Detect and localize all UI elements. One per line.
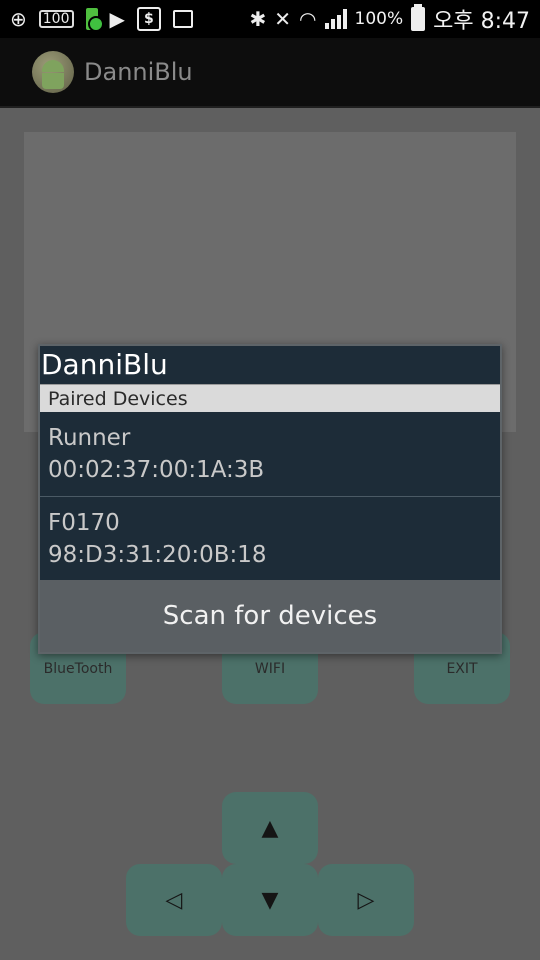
action-bar: DanniBlu	[0, 38, 540, 108]
device-name: Runner	[48, 425, 131, 451]
device-address: 00:02:37:00:1A:3B	[48, 457, 265, 483]
battery-100-icon: 100	[38, 10, 74, 28]
status-right-icons: ✱ ✕ ◠ 100% 오후 8:47	[250, 3, 530, 35]
device-item-runner[interactable]: Runner 00:02:37:00:1A:3B	[40, 412, 500, 496]
dpad-down-button[interactable]: ▼	[222, 864, 318, 936]
clock: 오후 8:47	[433, 9, 530, 34]
device-name: F0170	[48, 509, 120, 536]
battery-percent: 100%	[354, 9, 404, 29]
dialog-title: DanniBlu	[40, 346, 500, 384]
screen: ⊕ 100 ▶ $ ✱ ✕ ◠ 100% 오후 8:47 DanniBlu Bl…	[0, 0, 540, 960]
charging-battery-icon	[85, 8, 104, 32]
dollar-app-icon: $	[136, 7, 161, 31]
device-item-f0170[interactable]: F0170 98:D3:31:20:0B:18	[40, 496, 500, 580]
status-bar: ⊕ 100 ▶ $ ✱ ✕ ◠ 100% 오후 8:47	[0, 0, 540, 38]
vibrate-mute-icon: ✕	[274, 7, 292, 31]
status-left-icons: ⊕ 100 ▶ $	[10, 7, 193, 32]
device-list: Runner 00:02:37:00:1A:3B F0170 98:D3:31:…	[40, 412, 500, 580]
paired-devices-header: Paired Devices	[40, 384, 500, 412]
battery-icon	[411, 4, 426, 31]
scan-for-devices-button[interactable]: Scan for devices	[40, 580, 500, 652]
android-app-icon	[32, 51, 74, 93]
wifi-icon: ◠	[299, 7, 317, 31]
app-title: DanniBlu	[84, 58, 193, 86]
dpad-right-button[interactable]: ▷	[318, 864, 414, 936]
device-picker-dialog: DanniBlu Paired Devices Runner 00:02:37:…	[38, 344, 502, 654]
bluetooth-icon: ✱	[249, 7, 267, 31]
dpad-up-button[interactable]: ▲	[222, 792, 318, 864]
image-icon	[172, 10, 193, 28]
play-icon: ▶	[109, 7, 125, 31]
device-address: 98:D3:31:20:0B:18	[48, 541, 267, 568]
plus-icon: ⊕	[10, 7, 27, 31]
dpad-left-button[interactable]: ◁	[126, 864, 222, 936]
signal-icon	[324, 9, 347, 29]
